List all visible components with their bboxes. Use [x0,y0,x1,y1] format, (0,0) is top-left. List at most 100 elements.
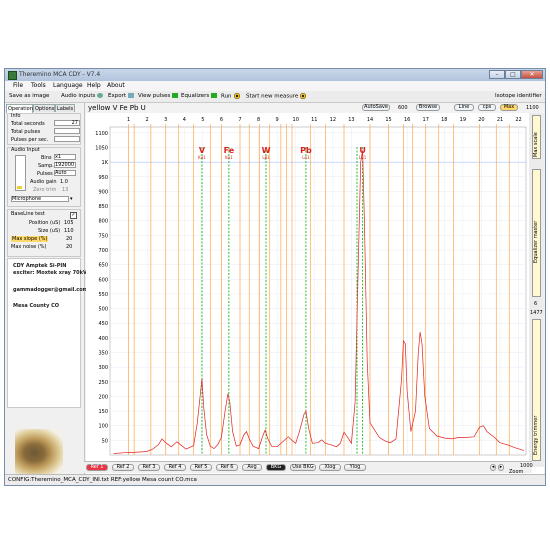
audio-gain-value[interactable]: 1.0 [60,179,68,185]
max-button[interactable]: Max [500,104,518,111]
equalizers-button[interactable]: Equalizers [181,93,218,99]
total-pulses-label: Total pulses [11,129,41,135]
element-label: V [199,146,206,155]
device-select[interactable]: Microphone [11,196,69,202]
zero-trim-label: Zero trim [33,187,57,193]
max-slope-value[interactable]: 20 [66,236,72,242]
max-noise-label: Max noise (%) [11,244,47,250]
x-tick-label: 21 [497,117,503,123]
note-line: gammadogger@gmail.com [13,287,88,293]
x-tick-label: 5 [201,117,204,123]
tab-options[interactable]: Options [33,104,55,112]
y-tick-label: 700 [98,248,108,254]
pulses-select[interactable]: Auto [54,170,76,176]
element-label: W [262,146,271,155]
plot-header: yellow V Fe Pb U AutoSave 600 Browse Lin… [86,103,544,113]
audio-level-meter [15,155,26,191]
x-tick-label: 20 [478,117,484,123]
y-tick-label: 450 [98,321,108,327]
sample-photo [15,429,63,477]
line-button[interactable]: Line [454,104,474,111]
position-value[interactable]: 105 [64,220,74,226]
equalizers-label: Equalizers [181,93,210,99]
x-tick-label: 4 [183,117,186,123]
pulses-per-sec-value [54,136,80,142]
baseline-checkbox[interactable]: ✓ [70,212,77,219]
menu-file[interactable]: File [13,82,23,89]
isotope-identifier-button[interactable]: Isotope identifier [495,93,542,99]
pulses-label: Pulses [37,171,53,177]
minimize-icon[interactable]: – [489,70,505,79]
left-panel: Operation Options Labels Info Total seco… [5,103,88,475]
y-tick-label: 400 [98,336,108,342]
ref-5-button[interactable]: Ref 5 [190,464,212,471]
ylog-button[interactable]: Ylog [344,464,366,471]
browse-button[interactable]: Browse [416,104,440,111]
element-sublabel: Kα1 [198,155,206,160]
zero-trim-value[interactable]: 13 [62,187,68,193]
x-tick-label: 2 [146,117,149,123]
menu-tools[interactable]: Tools [31,82,46,89]
zoom-right-icon[interactable]: ▸ [498,464,504,471]
run-button[interactable]: Run [221,93,240,100]
new-measure-button[interactable]: Start new measure [246,93,307,100]
isotope-identifier-label: Isotope identifier [495,93,542,99]
radiation-icon [233,93,240,99]
radiation-icon [300,93,307,99]
new-measure-label: Start new measure [246,93,299,100]
bkg-button[interactable]: BKG [266,464,286,471]
size-value[interactable]: 110 [64,228,74,234]
audio-inputs-button[interactable]: Audio inputs [61,93,104,99]
equalizer-master-label: Equalizer master [533,220,539,263]
use-bkg-button[interactable]: Use BKG [290,464,316,471]
audio-gain-label: Audio gain [30,179,57,185]
save-image-button[interactable]: Save as image [9,93,49,99]
x-tick-label: 12 [330,117,336,123]
export-button[interactable]: Export [108,93,135,99]
spectrum-chart[interactable]: 50 100 150 200 250 300 350 400 450 500 550 600 650 70… [86,113,529,461]
maximize-icon[interactable]: □ [505,70,521,79]
pulses-icon [172,93,179,98]
equalizer-value: 6 [534,301,538,307]
export-label: Export [108,93,127,99]
note-line: exciter: Moxtek xray 70kV [13,270,87,276]
close-icon[interactable]: ✕ [521,70,543,79]
samp-select[interactable]: 192000 [54,162,76,168]
menu-help[interactable]: Help [87,82,101,89]
position-label: Position (uS) [29,220,61,226]
audio-icon [97,93,104,98]
autosave-button[interactable]: AutoSave [362,104,390,111]
x-tick-label: 19 [460,117,466,123]
ref-6-button[interactable]: Ref 6 [216,464,238,471]
max-noise-value[interactable]: 20 [66,244,72,250]
cps-button[interactable]: cps [478,104,496,111]
menu-about[interactable]: About [107,82,125,89]
y-tick-label: 500 [98,307,108,313]
tab-labels[interactable]: Labels [55,104,75,112]
ref-3-button[interactable]: Ref 3 [138,464,160,471]
y-tick-label: 200 [98,394,108,400]
zoom-value[interactable]: 1000 [520,463,533,469]
autosave-value[interactable]: 600 [398,105,408,111]
y-tick-label: 800 [98,219,108,225]
bins-select[interactable]: x1 [54,154,76,160]
app-icon [8,71,17,80]
avg-button[interactable]: Avg [242,464,262,471]
y-tick-label: 1100 [95,131,108,137]
ref-2-button[interactable]: Ref 2 [112,464,134,471]
ref-1-button[interactable]: Ref 1 [86,464,108,471]
notes-area[interactable]: CDY Amptek Si-PIN exciter: Moxtek xray 7… [7,258,88,408]
menu-language[interactable]: Language [53,82,83,89]
max-value[interactable]: 1100 [526,105,539,111]
x-tick-label: 18 [441,117,447,123]
ref-4-button[interactable]: Ref 4 [164,464,186,471]
toolbar: Save as image Audio inputs Export View p… [5,91,545,103]
baseline-group: BaseLine test ✓ Position (uS) 105 Size (… [7,209,81,257]
view-pulses-button[interactable]: View pulses [138,93,179,99]
x-tick-label: 22 [515,117,521,123]
max-scale-label: Max scale [533,132,539,157]
xlog-button[interactable]: Xlog [319,464,341,471]
zoom-left-icon[interactable]: ◂ [490,464,496,471]
tab-operation[interactable]: Operation [6,104,33,113]
chevron-down-icon[interactable]: ▾ [70,196,73,202]
